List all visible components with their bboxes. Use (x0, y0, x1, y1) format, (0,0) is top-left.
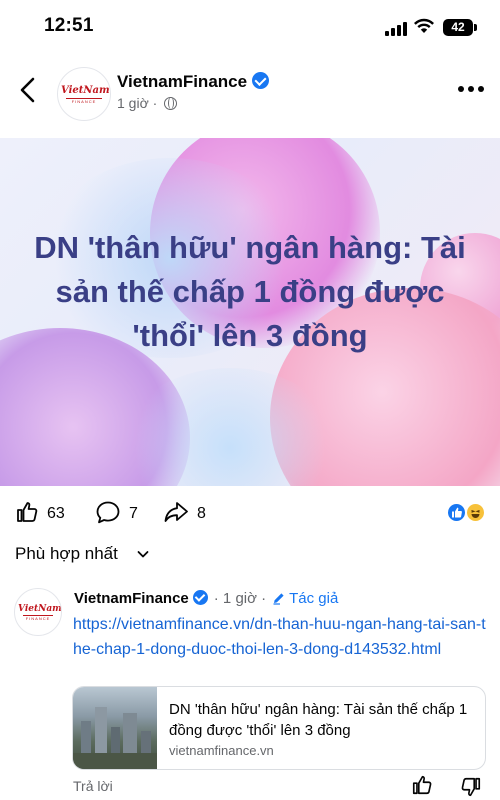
meta-separator: · (152, 95, 158, 111)
post-meta: 1 giờ · (117, 95, 178, 111)
verified-icon (192, 590, 208, 605)
share-icon (164, 502, 188, 522)
battery-indicator: 42 (443, 19, 473, 36)
author-badge-label: Tác giả (289, 590, 339, 607)
like-count: 63 (47, 505, 65, 522)
avatar-logo-text: VietNam (18, 604, 62, 614)
dislike-icon[interactable] (460, 776, 482, 798)
link-preview-domain: vietnamfinance.vn (169, 743, 274, 758)
page-name-text[interactable]: VietnamFinance (117, 72, 247, 91)
reaction-summary[interactable] (446, 502, 490, 524)
page-avatar[interactable]: VietNam FINANCE (57, 67, 111, 121)
comment-author-name[interactable]: VietnamFinance (74, 590, 189, 607)
like-button[interactable]: 63 (15, 500, 65, 524)
comment-sort-dropdown[interactable]: Phù hợp nhất (15, 544, 118, 564)
page-name[interactable]: VietnamFinance (117, 72, 270, 92)
banner-title: DN 'thân hữu' ngân hàng: Tài sản thế chấ… (34, 230, 466, 353)
comment-time: · 1 giờ · (213, 590, 267, 607)
status-bar: 12:51 42 (0, 0, 500, 54)
comment-count: 7 (129, 505, 138, 522)
reply-button[interactable]: Trả lời (73, 778, 113, 794)
comment-avatar[interactable]: VietNam FINANCE (14, 588, 62, 636)
link-preview-title: DN 'thân hữu' ngân hàng: Tài sản thế chấ… (169, 701, 468, 739)
more-icon[interactable] (458, 86, 484, 94)
share-button[interactable]: 8 (163, 500, 206, 524)
avatar-logo-subtext: FINANCE (66, 98, 102, 104)
like-reaction-icon (446, 502, 467, 523)
author-badge: Tác giả (272, 590, 338, 607)
like-icon[interactable] (411, 774, 433, 796)
share-count: 8 (197, 505, 206, 522)
like-icon (17, 502, 38, 522)
avatar-logo-subtext: FINANCE (23, 615, 53, 621)
globe-icon (164, 97, 178, 110)
comment-icon (96, 501, 120, 524)
link-preview-thumbnail (73, 687, 157, 769)
status-time: 12:51 (44, 15, 94, 36)
comment-header: VietnamFinance · 1 giờ · Tác giả (74, 590, 338, 607)
edit-icon (273, 593, 284, 605)
back-arrow-icon[interactable] (16, 76, 40, 104)
chevron-down-icon[interactable] (136, 547, 150, 561)
haha-reaction-icon (465, 502, 486, 523)
verified-icon (252, 72, 270, 89)
battery-cap (474, 24, 477, 31)
comment-button[interactable]: 7 (95, 500, 138, 524)
comment-link[interactable]: https://vietnamfinance.vn/dn-than-huu-ng… (73, 612, 488, 662)
cellular-signal-icon (385, 22, 407, 36)
link-preview-card[interactable]: DN 'thân hữu' ngân hàng: Tài sản thế chấ… (72, 686, 486, 770)
wifi-icon (414, 18, 434, 33)
avatar-logo-text: VietNam (61, 85, 110, 96)
post-time[interactable]: 1 giờ (117, 95, 149, 111)
